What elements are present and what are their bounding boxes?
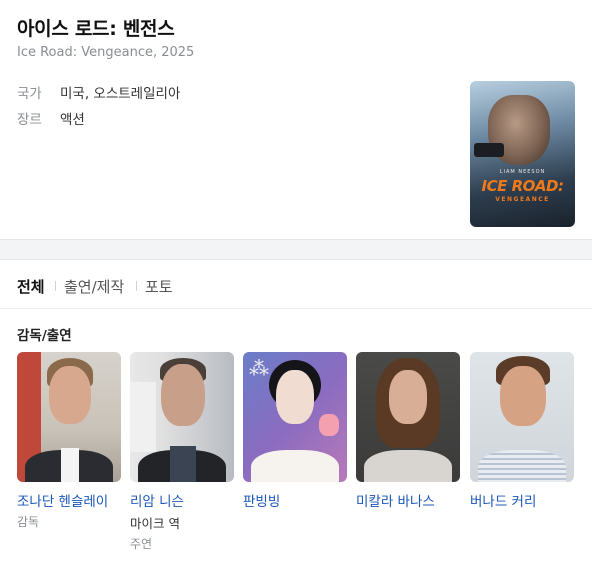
cast-item[interactable]: 미칼라 바나스 (356, 352, 460, 510)
person-name[interactable]: 판빙빙 (243, 490, 347, 510)
poster-logo-sub: VENGEANCE (495, 196, 550, 203)
photo-face (389, 370, 427, 424)
cast-item[interactable]: 조나단 헨슬레이 감독 (17, 352, 121, 530)
poster-logo: ICE ROAD: (481, 177, 564, 195)
person-photo[interactable] (130, 352, 234, 482)
poster-actor-name: LIAM NEESON (499, 169, 546, 175)
movie-poster[interactable]: LIAM NEESON ICE ROAD: VENGEANCE (470, 81, 575, 227)
person-role-type: 감독 (17, 515, 40, 529)
person-role-type: 주연 (130, 537, 153, 551)
movie-title[interactable]: 아이스 로드: 벤전스 (17, 14, 175, 41)
tab-bar: 전체 출연/제작 포토 (0, 260, 592, 309)
info-row-country: 국가 미국, 오스트레일리아 (17, 82, 180, 102)
photo-backdrop (130, 382, 156, 452)
photo-face (49, 366, 91, 424)
movie-original-title: Ice Road: Vengeance, 2025 (17, 45, 195, 60)
info-value: 미국, 오스트레일리아 (60, 86, 181, 102)
section-title: 감독/출연 (17, 328, 72, 344)
movie-info-card: 아이스 로드: 벤전스 Ice Road: Vengeance, 2025 국가… (0, 0, 592, 240)
photo-face (276, 370, 314, 424)
person-name[interactable]: 조나단 헨슬레이 (17, 490, 121, 510)
photo-body (478, 450, 566, 482)
tab-divider (55, 281, 56, 291)
photo-body (251, 450, 339, 482)
info-value: 액션 (60, 112, 85, 128)
person-photo[interactable] (17, 352, 121, 482)
cast-item[interactable]: ⁂ 판빙빙 (243, 352, 347, 510)
person-photo[interactable]: ⁂ (243, 352, 347, 482)
person-name[interactable]: 버나드 커리 (470, 490, 574, 510)
info-label: 장르 (17, 112, 42, 128)
cast-item[interactable]: 버나드 커리 (470, 352, 574, 510)
photo-hand (319, 414, 339, 436)
person-photo[interactable] (356, 352, 460, 482)
photo-face (500, 366, 546, 426)
photo-shirt (61, 448, 79, 482)
cast-item[interactable]: 리암 니슨 마이크 역 주연 (130, 352, 234, 552)
info-row-genre: 장르 액션 (17, 108, 85, 128)
person-photo[interactable] (470, 352, 574, 482)
tab-divider (136, 281, 137, 291)
photo-face (161, 364, 205, 426)
info-label: 국가 (17, 86, 42, 102)
person-character: 마이크 역 (130, 516, 180, 531)
tab-photo[interactable]: 포토 (145, 276, 173, 297)
person-name[interactable]: 미칼라 바나스 (356, 490, 460, 510)
photo-shirt (170, 446, 196, 482)
person-name[interactable]: 리암 니슨 (130, 490, 234, 510)
cast-card: 전체 출연/제작 포토 감독/출연 조나단 헨슬레이 감독 리암 니슨 마이크 … (0, 259, 592, 571)
photo-body (364, 450, 452, 482)
tab-all[interactable]: 전체 (17, 276, 45, 297)
tab-cast-crew[interactable]: 출연/제작 (64, 276, 124, 297)
poster-gun (474, 143, 504, 157)
